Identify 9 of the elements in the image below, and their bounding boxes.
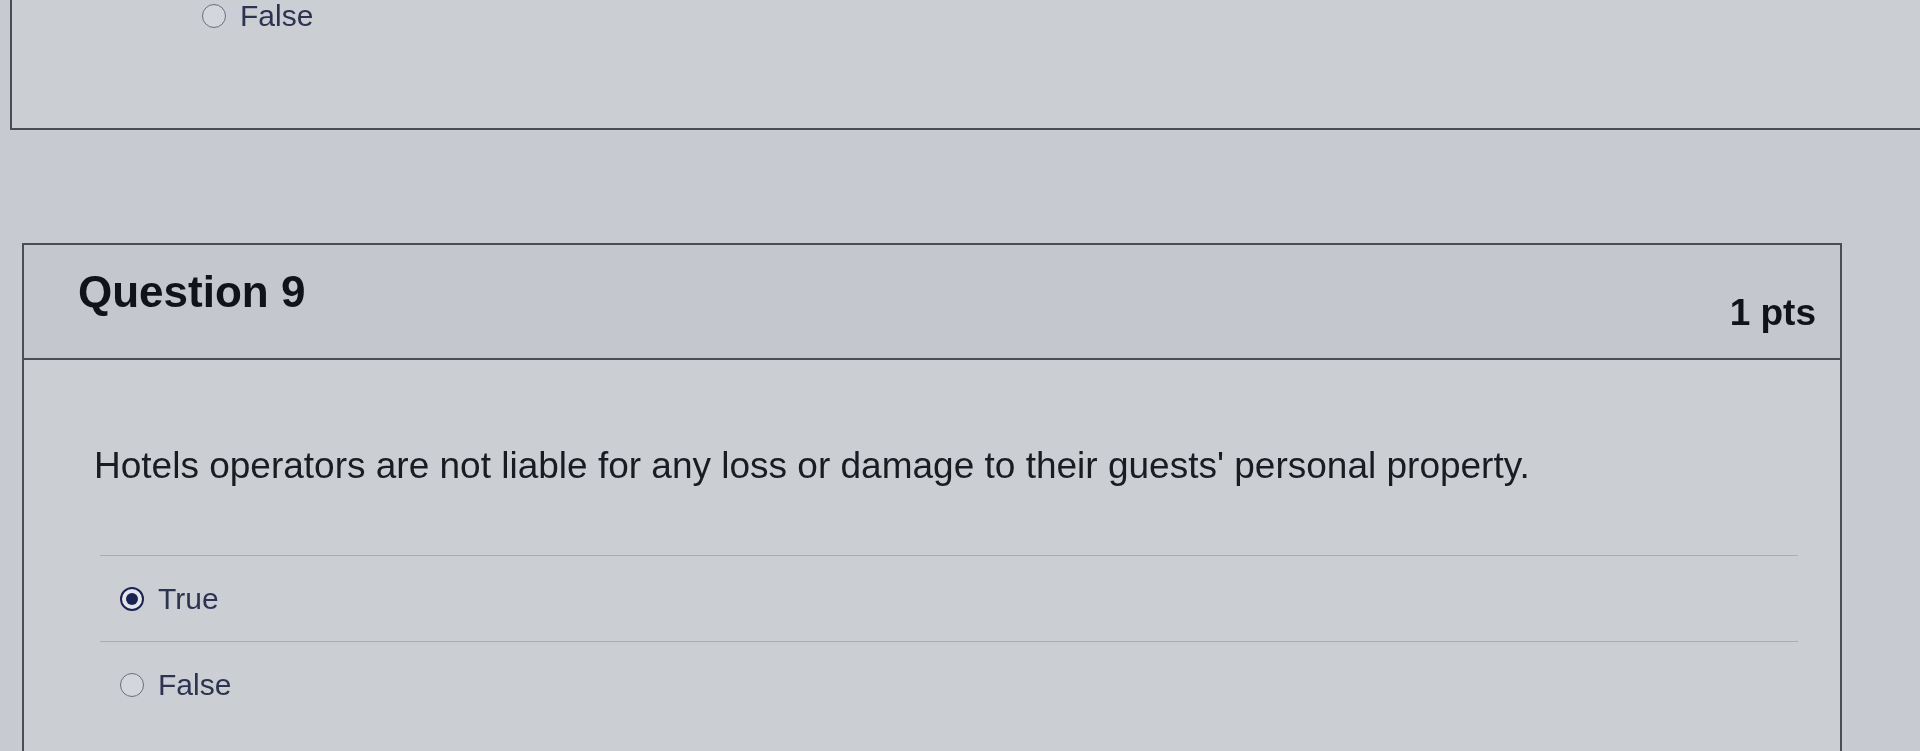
question-text: Hotels operators are not liable for any loss or damage to their guests' personal property. <box>94 445 1530 487</box>
radio-button[interactable] <box>202 4 226 28</box>
option-label: False <box>240 0 314 32</box>
points-label: 1 pts <box>1729 290 1816 335</box>
option-label: True <box>158 581 219 617</box>
question-title: Question 9 <box>78 265 306 318</box>
option-label: False <box>158 667 232 703</box>
radio-button[interactable] <box>120 586 144 611</box>
radio-button[interactable] <box>120 672 144 697</box>
